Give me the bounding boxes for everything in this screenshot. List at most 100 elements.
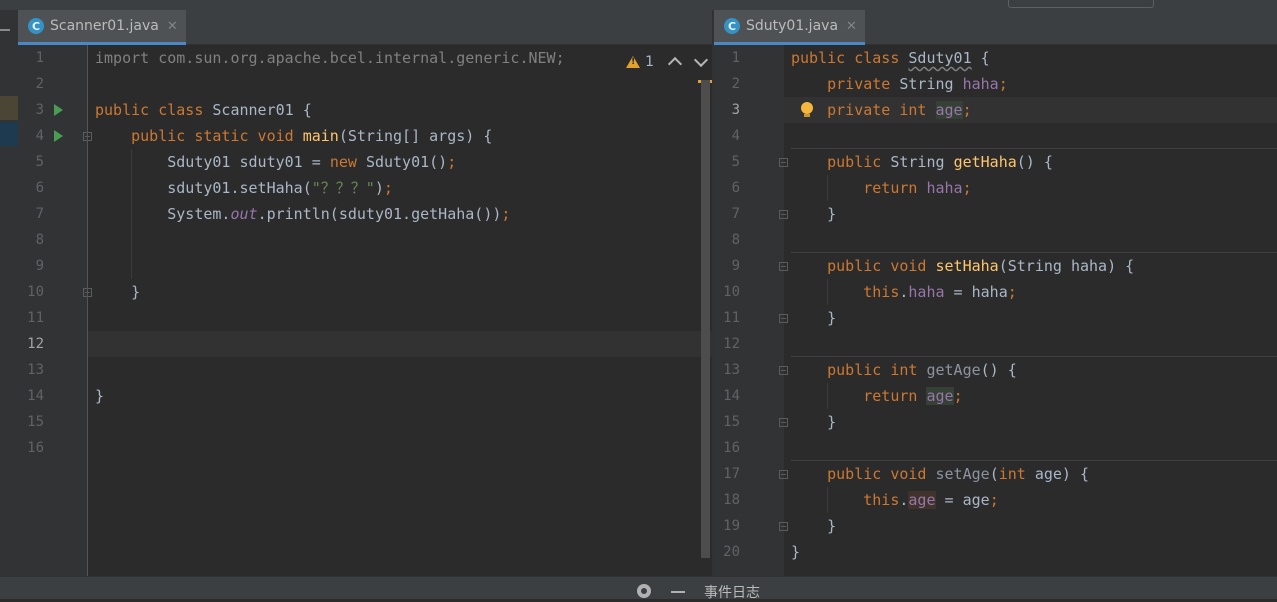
line-number[interactable]: 15: [18, 409, 44, 435]
code-line[interactable]: [88, 331, 712, 357]
code-token: getHaha: [953, 153, 1017, 171]
code-line[interactable]: import com.sun.org.apache.bcel.internal.…: [88, 45, 712, 71]
code-line[interactable]: return age;: [784, 383, 1277, 409]
code-line[interactable]: public class Sduty01 {: [784, 45, 1277, 71]
line-number[interactable]: 9: [714, 253, 740, 279]
line-number[interactable]: 1: [714, 45, 740, 71]
code-line[interactable]: }: [784, 201, 1277, 227]
code-line[interactable]: public String getHaha() {: [784, 149, 1277, 175]
code-token: System.: [95, 205, 231, 223]
line-number[interactable]: 10: [714, 279, 740, 305]
next-highlight-icon[interactable]: [693, 52, 709, 68]
close-icon[interactable]: ✕: [846, 19, 857, 34]
line-number[interactable]: 9: [18, 253, 44, 279]
tab-scanner01[interactable]: C Scanner01.java ✕: [18, 10, 186, 45]
previous-highlight-icon[interactable]: [667, 56, 683, 72]
line-number[interactable]: 12: [18, 331, 44, 357]
code-area[interactable]: import com.sun.org.apache.bcel.internal.…: [88, 45, 712, 576]
code-line[interactable]: sduty01.setHaha("？？？");: [88, 175, 712, 201]
code-line[interactable]: [784, 123, 1277, 149]
minus-icon[interactable]: [671, 591, 685, 593]
line-number[interactable]: 19: [714, 513, 740, 539]
code-line[interactable]: this.haha = haha;: [784, 279, 1277, 305]
line-number[interactable]: 11: [18, 305, 44, 331]
search-box-edge[interactable]: [1008, 0, 1154, 8]
lightbulb-icon[interactable]: [801, 102, 813, 117]
code-line[interactable]: System.out.println(sduty01.getHaha());: [88, 201, 712, 227]
code-line[interactable]: }: [784, 409, 1277, 435]
code-line[interactable]: Sduty01 sduty01 = new Sduty01();: [88, 149, 712, 175]
line-number[interactable]: 8: [18, 227, 44, 253]
line-number[interactable]: 20: [714, 539, 740, 565]
code-token: ;: [962, 179, 972, 197]
code-line[interactable]: public void setHaha(String haha) {: [784, 253, 1277, 279]
code-line[interactable]: [784, 435, 1277, 461]
line-number[interactable]: 8: [714, 227, 740, 253]
code-line[interactable]: return haha;: [784, 175, 1277, 201]
code-line[interactable]: }: [784, 539, 1277, 565]
left-editor: C Scanner01.java ✕ 1 2 3 4 5 6 7 8 9 10 11 12 13 14 15…: [18, 10, 712, 576]
line-number[interactable]: 2: [714, 71, 740, 97]
code-line[interactable]: [88, 253, 712, 279]
line-number[interactable]: 3: [714, 97, 740, 123]
code-line[interactable]: [88, 409, 712, 435]
editor-tab-bar: C Scanner01.java ✕: [18, 10, 712, 45]
inspection-widget[interactable]: ! 1: [626, 52, 709, 72]
line-number[interactable]: 16: [714, 435, 740, 461]
code-line[interactable]: [88, 305, 712, 331]
code-line[interactable]: [88, 357, 712, 383]
code-line[interactable]: }: [784, 513, 1277, 539]
code-token: (: [989, 465, 999, 483]
line-number[interactable]: 7: [18, 201, 44, 227]
line-number[interactable]: 12: [714, 331, 740, 357]
line-number[interactable]: 4: [18, 123, 44, 149]
code-line[interactable]: public static void main(String[] args) {: [88, 123, 712, 149]
gear-icon[interactable]: [637, 584, 651, 598]
line-number[interactable]: 2: [18, 71, 44, 97]
vertical-scrollbar[interactable]: [701, 80, 710, 558]
code-line[interactable]: public class Scanner01 {: [88, 97, 712, 123]
line-number[interactable]: 3: [18, 97, 44, 123]
line-number[interactable]: 7: [714, 201, 740, 227]
code-line[interactable]: [88, 435, 712, 461]
right-editor: C Sduty01.java ✕ 1 2 3 4 5 6 7 8 9 10 11 12 13 14 15 16…: [714, 10, 1277, 576]
code-line[interactable]: [784, 331, 1277, 357]
code-line[interactable]: }: [88, 383, 712, 409]
line-number[interactable]: 6: [714, 175, 740, 201]
line-number[interactable]: 4: [714, 123, 740, 149]
line-number[interactable]: 13: [18, 357, 44, 383]
line-number[interactable]: 18: [714, 487, 740, 513]
code-line[interactable]: public int getAge() {: [784, 357, 1277, 383]
line-number[interactable]: 14: [714, 383, 740, 409]
code-token: private: [827, 75, 900, 93]
line-number[interactable]: 14: [18, 383, 44, 409]
code-line[interactable]: public void setAge(int age) {: [784, 461, 1277, 487]
code-line[interactable]: [784, 227, 1277, 253]
code-line[interactable]: }: [784, 305, 1277, 331]
code-area[interactable]: public class Sduty01 { private String ha…: [784, 45, 1277, 576]
close-icon[interactable]: ✕: [167, 19, 178, 34]
code-line[interactable]: private String haha;: [784, 71, 1277, 97]
line-number[interactable]: 1: [18, 45, 44, 71]
line-number[interactable]: 5: [714, 149, 740, 175]
code-line[interactable]: [88, 227, 712, 253]
code-token: }: [791, 517, 837, 535]
code-line[interactable]: [88, 71, 712, 97]
event-log-label[interactable]: 事件日志: [704, 582, 760, 602]
code-line[interactable]: }: [88, 279, 712, 305]
line-number[interactable]: 10: [18, 279, 44, 305]
line-number[interactable]: 13: [714, 357, 740, 383]
line-number[interactable]: 5: [18, 149, 44, 175]
code-line[interactable]: this.age = age;: [784, 487, 1277, 513]
code-line[interactable]: private int age;: [784, 97, 1277, 123]
line-number[interactable]: 16: [18, 435, 44, 461]
run-icon[interactable]: [54, 104, 63, 116]
tab-sduty01[interactable]: C Sduty01.java ✕: [714, 10, 865, 45]
line-number[interactable]: 15: [714, 409, 740, 435]
collapse-icon[interactable]: [0, 29, 10, 31]
line-number[interactable]: 6: [18, 175, 44, 201]
line-number[interactable]: 11: [714, 305, 740, 331]
line-number[interactable]: 17: [714, 461, 740, 487]
run-icon[interactable]: [54, 130, 63, 142]
